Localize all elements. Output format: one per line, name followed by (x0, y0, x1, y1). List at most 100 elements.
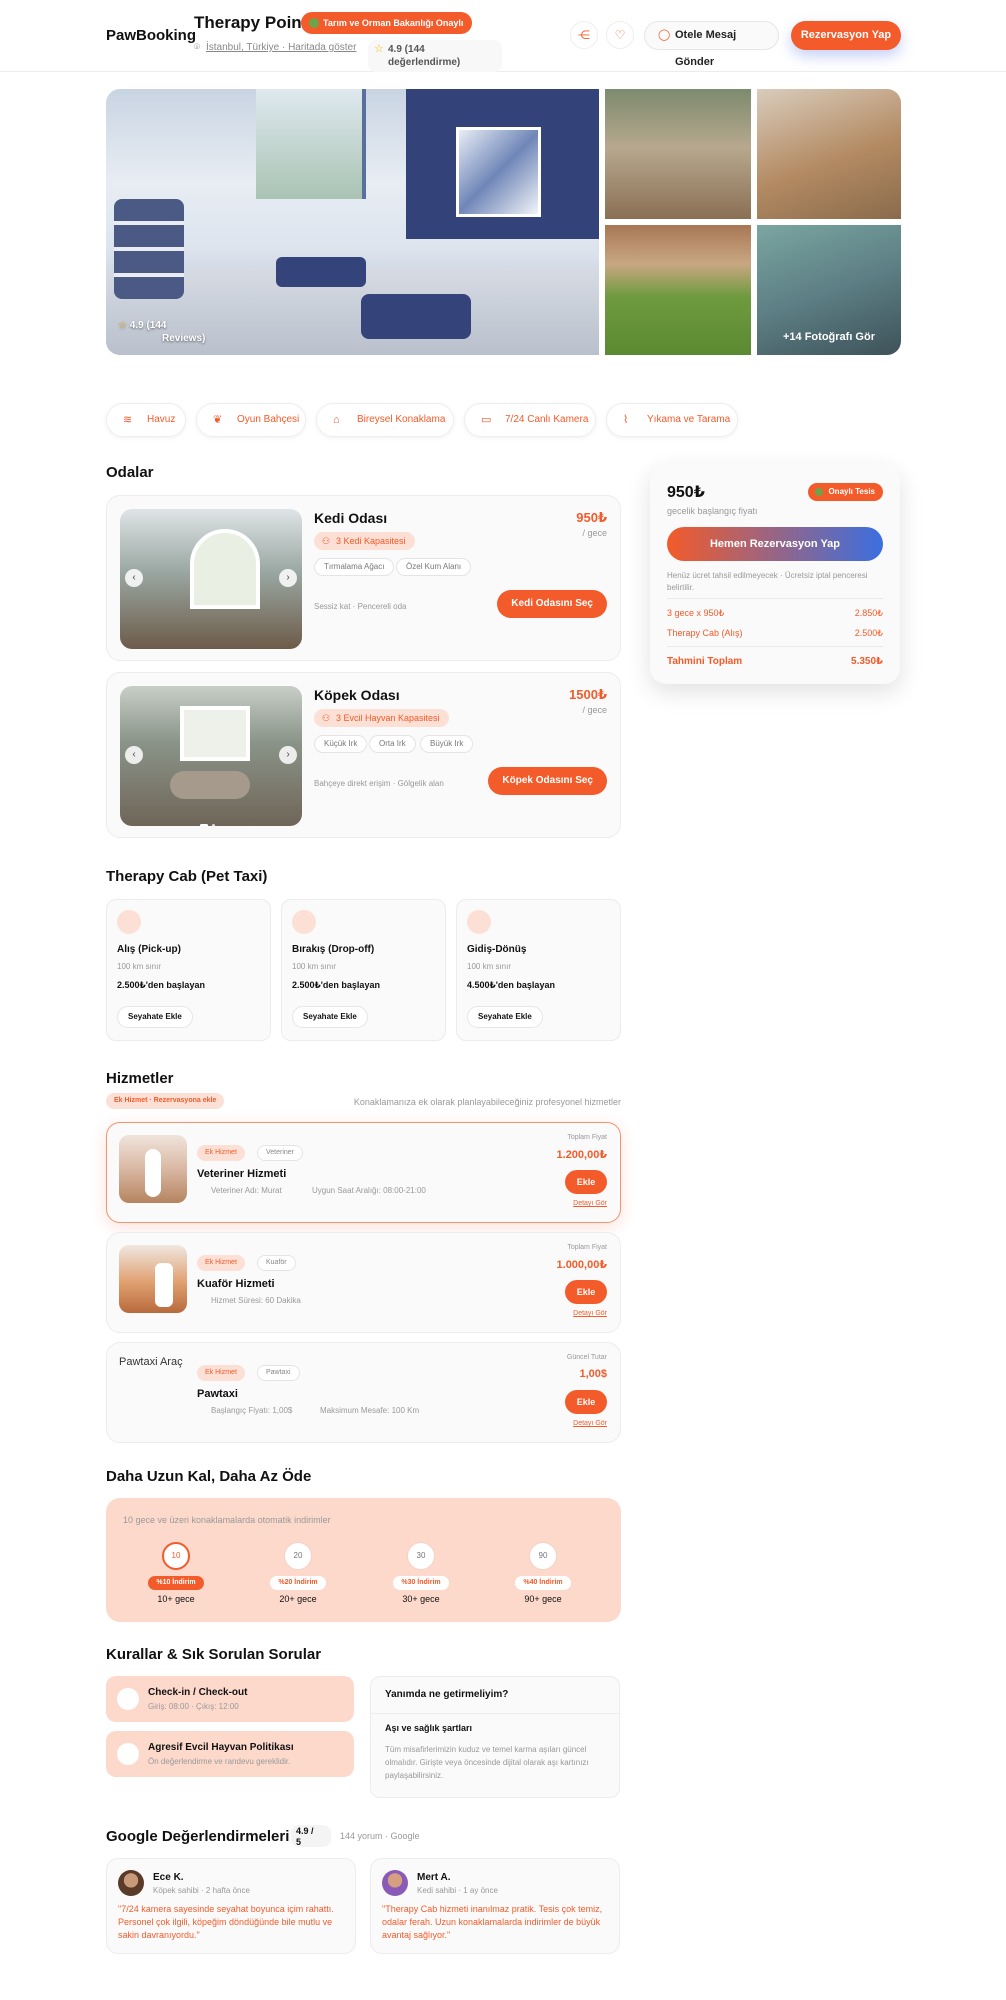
service-name: Veteriner Hizmeti (197, 1168, 287, 1180)
gallery-thumb-more[interactable]: +14 Fotoğrafı Gör (757, 225, 901, 355)
long-stay-title: Daha Uzun Kal, Daha Az Öde (106, 1468, 312, 1485)
service-meta: Veteriner Adı: Murat (211, 1186, 282, 1195)
discount-tier[interactable]: 30 %30 İndirim 30+ gece (376, 1542, 466, 1604)
service-category-chip: Pawtaxi (257, 1365, 300, 1381)
review-text: "7/24 kamera sayesinde seyahat boyunca i… (118, 1904, 334, 1940)
next-photo-button[interactable]: › (279, 746, 297, 764)
more-photos-label: +14 Fotoğrafı Gör (783, 331, 875, 343)
service-meta: Hizmet Süresi: 60 Dakika (211, 1296, 301, 1305)
amenity-label: Oyun Bahçesi (237, 414, 300, 425)
location: ⌾ İstanbul, Türkiye · Haritada göster (194, 42, 356, 53)
car-icon (117, 910, 141, 934)
car-icon (292, 910, 316, 934)
line-value: 2.500₺ (854, 628, 883, 638)
service-chip: Ek Hizmet (197, 1145, 245, 1161)
room-note: Bahçeye direkt erişim · Gölgelik alan (314, 779, 444, 788)
reserve-button[interactable]: Rezervasyon Yap (791, 21, 901, 50)
amenity-pool[interactable]: ≋ Havuz (106, 403, 186, 437)
cab-option-limit: 100 km sınır (292, 962, 337, 971)
brush-icon: ⌇ (623, 414, 629, 426)
gallery-thumb[interactable] (757, 89, 901, 219)
service-photo (119, 1245, 187, 1313)
rating-line-1: 4.9 (144 (388, 44, 425, 55)
hotel-name: Therapy Point (194, 13, 308, 32)
add-to-trip-button[interactable]: Seyahate Ekle (292, 1006, 368, 1028)
gallery-reviews-line2: Reviews) (162, 333, 206, 344)
message-hotel-button[interactable]: ◯ Otele Mesaj Gönder (644, 21, 779, 68)
photo-person (155, 1263, 173, 1307)
room-photo: ‹ › (120, 686, 302, 826)
map-link[interactable]: İstanbul, Türkiye · Haritada göster (206, 42, 356, 53)
gallery-thumb[interactable] (605, 89, 751, 219)
cab-title: Therapy Cab (Pet Taxi) (106, 868, 268, 885)
room-photo: ‹ › (120, 509, 302, 649)
amenity-playground[interactable]: ❦ Oyun Bahçesi (196, 403, 306, 437)
booking-summary: 950₺ gecelik başlangıç fiyatı Onaylı Tes… (650, 464, 900, 684)
total-value: 5.350₺ (851, 656, 883, 667)
gallery-thumb[interactable] (605, 225, 751, 355)
discount-tier[interactable]: 20 %20 İndirim 20+ gece (253, 1542, 343, 1604)
add-service-button[interactable]: Ekle (565, 1390, 607, 1414)
add-service-button[interactable]: Ekle (565, 1170, 607, 1194)
message-button-label: Otele Mesaj Gönder (675, 29, 737, 68)
photo-sofa (361, 294, 471, 339)
brand-logo[interactable]: PawBooking (106, 27, 196, 44)
service-category-chip: Kuaför (257, 1255, 296, 1271)
service-price-label: Toplam Fiyat (567, 1134, 607, 1141)
long-stay-info: 10 gece ve üzeri konaklamalarda otomatik… (123, 1515, 331, 1525)
services-description: Konaklamanıza ek olarak planlayabileceği… (353, 1097, 621, 1107)
faq-item[interactable]: Check-in / Check-out Giriş: 08:00 · Çıkı… (106, 1676, 354, 1722)
amenity-live-camera[interactable]: ▭ 7/24 Canlı Kamera (464, 403, 596, 437)
amenity-label: Havuz (147, 414, 176, 425)
amenity-grooming[interactable]: ⌇ Yıkama ve Tarama (606, 403, 738, 437)
users-icon: ⚇ (322, 536, 331, 546)
feature-chip: Tırmalama Ağacı (314, 558, 395, 576)
broken-image: Pawtaxi Araç (119, 1355, 187, 1370)
tier-nights: 10 (162, 1542, 190, 1570)
select-cat-room-button[interactable]: Kedi Odasını Seç (497, 590, 607, 618)
faq-panel-question[interactable]: Yanımda ne getirmeliyim? (385, 1689, 508, 1700)
tier-nights: 90 (529, 1542, 557, 1570)
service-meta: Başlangıç Fiyatı: 1,00$ (211, 1406, 293, 1415)
gallery-rating: ☆ 4.9 (144 Reviews) (118, 319, 205, 345)
service-details-link[interactable]: Detayı Gör (573, 1200, 607, 1207)
faq-panel-question[interactable]: Aşı ve sağlık şartları (385, 1723, 472, 1733)
service-details-link[interactable]: Detayı Gör (573, 1310, 607, 1317)
tier-label: 30+ gece (402, 1594, 440, 1604)
add-to-trip-button[interactable]: Seyahate Ekle (117, 1006, 193, 1028)
discount-tier[interactable]: 90 %40 İndirim 90+ gece (498, 1542, 588, 1604)
gallery-reviews-line1: (144 (146, 320, 167, 331)
avatar (118, 1870, 144, 1896)
prev-photo-button[interactable]: ‹ (125, 569, 143, 587)
amenity-label: 7/24 Canlı Kamera (505, 414, 589, 425)
reviewer-meta: Kedi sahibi · 1 ay önce (417, 1886, 498, 1895)
chat-icon: ◯ (658, 29, 671, 41)
service-photo (119, 1135, 187, 1203)
approved-badge: Tarım ve Orman Bakanlığı Onaylı (301, 12, 473, 34)
room-price-unit: / gece (582, 705, 607, 715)
add-to-trip-button[interactable]: Seyahate Ekle (467, 1006, 543, 1028)
room-price: 950₺ / gece (576, 510, 607, 538)
line-value: 2.850₺ (854, 608, 883, 618)
leaf-icon (815, 488, 824, 496)
service-card-vet: Ek Hizmet Veteriner Veteriner Hizmeti Ve… (106, 1122, 621, 1223)
amenity-individual-stay[interactable]: ⌂ Bireysel Konaklama (316, 403, 454, 437)
share-button[interactable]: ⋲ (570, 21, 598, 49)
service-price-label: Güncel Tutar (566, 1354, 607, 1361)
camera-icon: ▭ (481, 414, 492, 426)
prev-photo-button[interactable]: ‹ (125, 746, 143, 764)
faq-item[interactable]: Agresif Evcil Hayvan Politikası Ön değer… (106, 1731, 354, 1777)
discount-tier[interactable]: 10 %10 İndirim 10+ gece (131, 1542, 221, 1604)
select-dog-room-button[interactable]: Köpek Odasını Seç (488, 767, 607, 795)
service-chip: Ek Hizmet (197, 1255, 245, 1271)
service-details-link[interactable]: Detayı Gör (573, 1420, 607, 1427)
faq-answer: Ön değerlendirme ve randevu gereklidir. (148, 1757, 291, 1766)
booking-line-nights: 3 gece x 950₺ 2.850₺ (667, 608, 883, 619)
gallery-main-photo[interactable]: ☆ 4.9 (144 Reviews) (106, 89, 599, 355)
add-service-button[interactable]: Ekle (565, 1280, 607, 1304)
google-score-line1: 4.9 / (296, 1826, 314, 1836)
favorite-button[interactable]: ♡ (606, 21, 634, 49)
service-card-groomer: Ek Hizmet Kuaför Kuaför Hizmeti Hizmet S… (106, 1232, 621, 1333)
book-now-button[interactable]: Hemen Rezervasyon Yap (667, 527, 883, 561)
next-photo-button[interactable]: › (279, 569, 297, 587)
